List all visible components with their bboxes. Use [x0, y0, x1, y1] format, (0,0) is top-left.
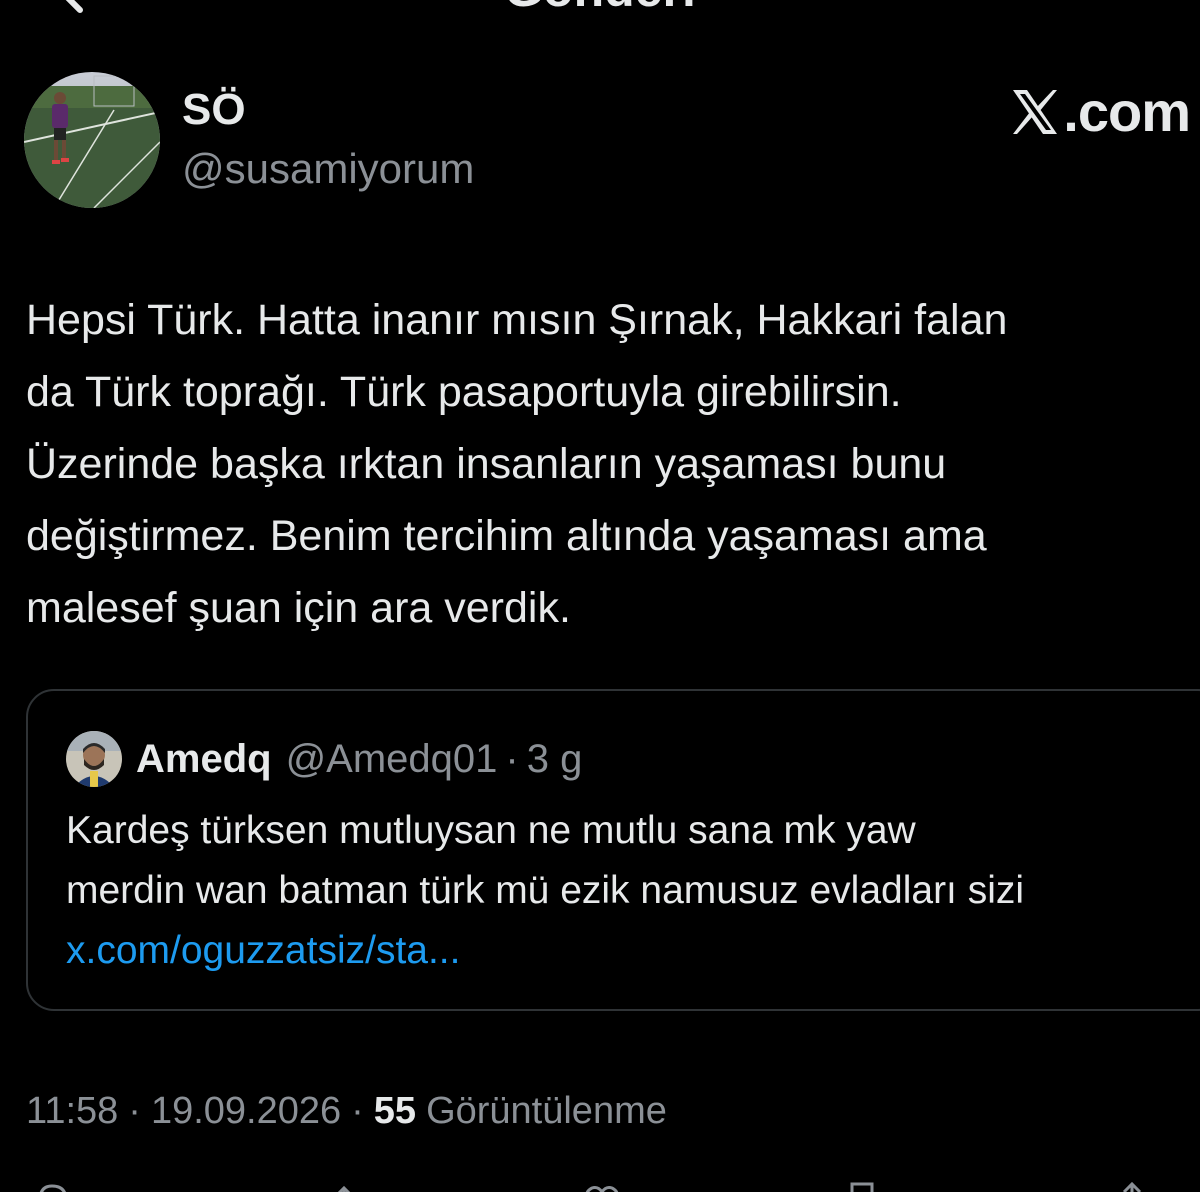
brand-logo: .com: [1009, 80, 1191, 144]
tweet-meta: 11:58 · 19.09.2026 · 55 Görüntülenme: [26, 1084, 667, 1138]
action-bar: [0, 1170, 1200, 1192]
author-display-name[interactable]: SÖ: [182, 84, 246, 136]
tweet-text-line: da Türk toprağı. Türk pasaportuyla gireb…: [26, 368, 902, 416]
quoted-tweet-card[interactable]: Amedq @Amedq01 · 3 g Kardeş türksen mutl…: [26, 689, 1200, 1011]
avatar-photo: [24, 72, 160, 208]
share-icon[interactable]: [1110, 1178, 1154, 1192]
top-header: Gönderi: [0, 0, 1200, 20]
quoted-text-line: merdin wan batman türk mü ezik namusuz e…: [66, 869, 1025, 912]
bookmark-icon[interactable]: [840, 1178, 884, 1192]
quoted-time: 3 g: [526, 736, 583, 781]
avatar[interactable]: [24, 72, 160, 208]
page-title: Gönderi: [0, 0, 1200, 14]
quoted-handle[interactable]: @Amedq01: [286, 737, 498, 782]
tweet-text: Hepsi Türk. Hatta inanır mısın Şırnak, H…: [26, 284, 1196, 644]
tweet-text-line: malesef şuan için ara verdik.: [26, 584, 571, 632]
tweet-text-line: Üzerinde başka ırktan insanların yaşamas…: [26, 440, 947, 488]
quoted-avatar: [66, 731, 122, 787]
quoted-display-name[interactable]: Amedq: [136, 737, 272, 782]
tweet-date: 19.09.2026: [150, 1089, 342, 1132]
tweet-time: 11:58: [26, 1089, 119, 1132]
quoted-separator: ·: [505, 736, 519, 781]
meta-separator: ·: [128, 1089, 141, 1132]
quoted-link[interactable]: x.com/oguzzatsiz/sta...: [66, 921, 1200, 981]
quoted-avatar-photo: [66, 731, 122, 787]
quoted-tweet-text: Kardeş türksen mutluysan ne mutlu sana m…: [66, 801, 1200, 981]
meta-separator: ·: [351, 1089, 364, 1132]
views-count[interactable]: 55: [374, 1090, 416, 1133]
quoted-text-line: Kardeş türksen mutluysan ne mutlu sana m…: [66, 809, 916, 852]
quoted-tweet-header: Amedq @Amedq01 · 3 g: [66, 729, 582, 789]
author-handle[interactable]: @susamiyorum: [182, 144, 474, 194]
reply-icon[interactable]: [30, 1178, 74, 1192]
brand-domain: .com: [1063, 80, 1191, 143]
tweet-text-line: değiştirmez. Benim tercihim altında yaşa…: [26, 512, 987, 560]
tweet-text-line: Hepsi Türk. Hatta inanır mısın Şırnak, H…: [26, 296, 1008, 344]
retweet-icon[interactable]: [330, 1178, 374, 1192]
views-label[interactable]: Görüntülenme: [426, 1090, 667, 1133]
x-logo-icon: [1013, 90, 1058, 134]
like-icon[interactable]: [580, 1178, 624, 1192]
